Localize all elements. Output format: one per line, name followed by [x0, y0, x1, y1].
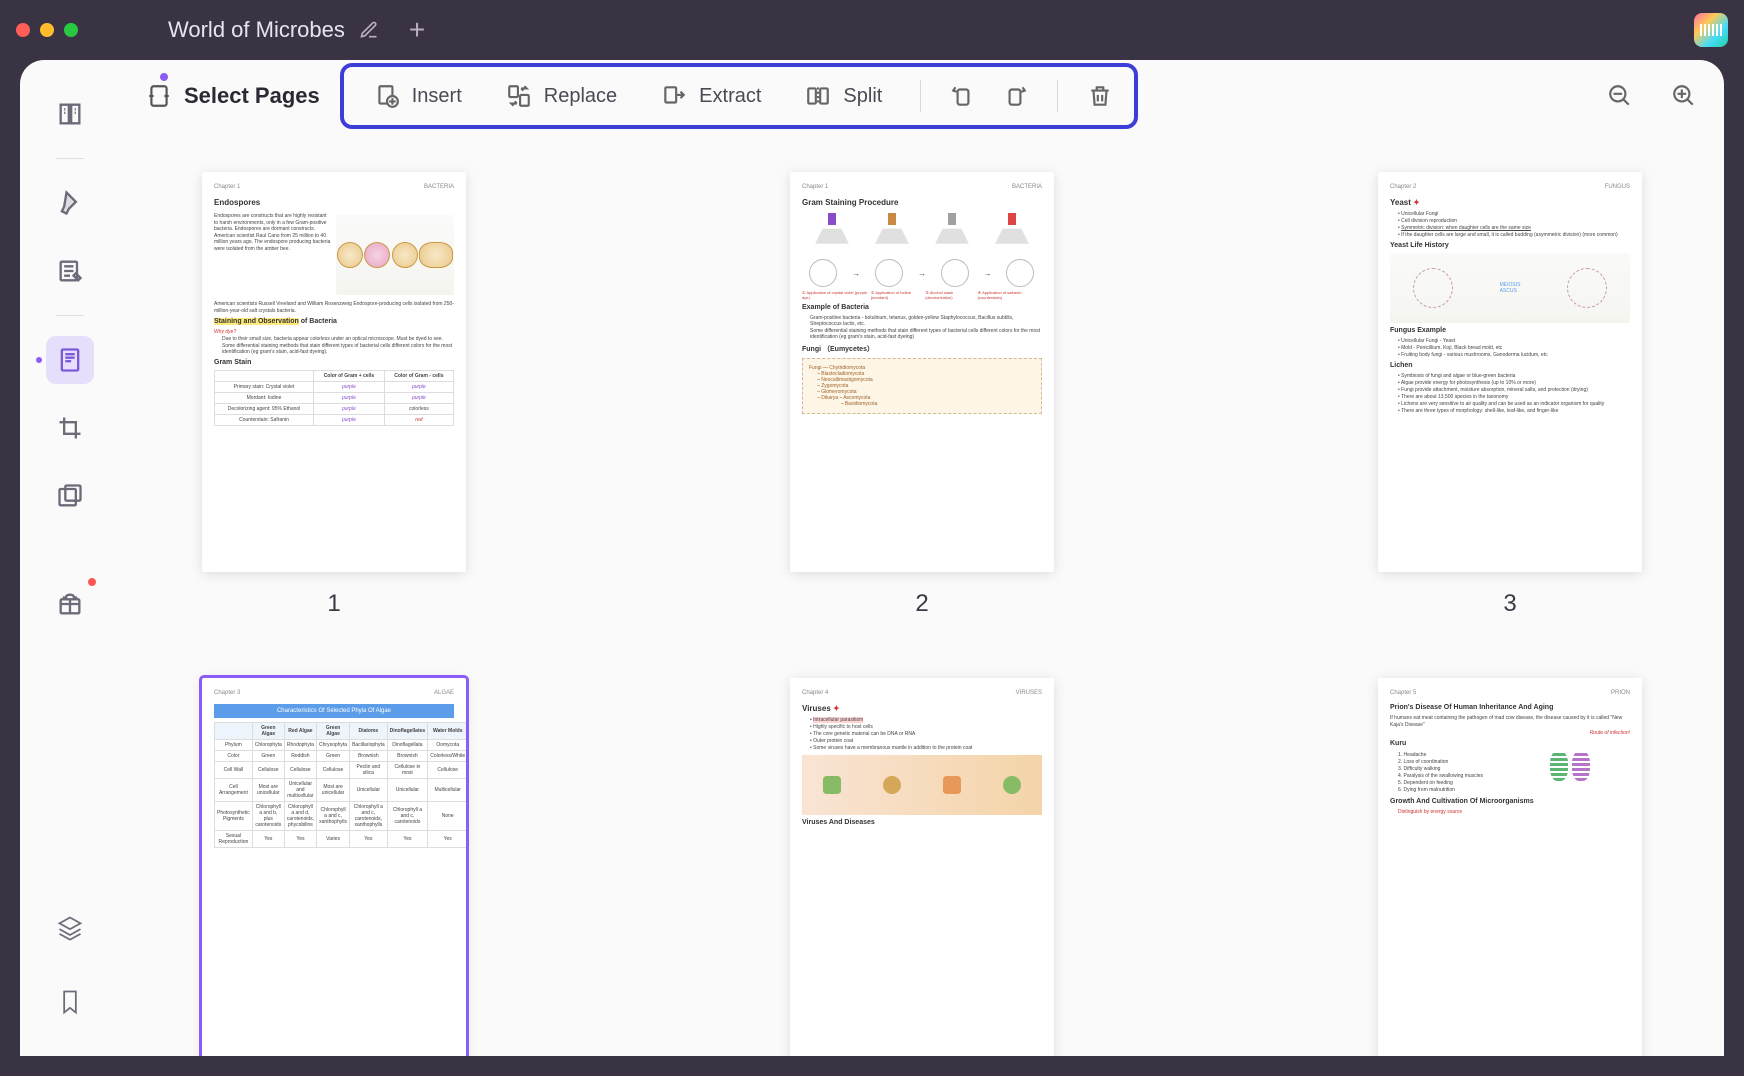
split-icon [805, 83, 831, 109]
page-item[interactable]: Chapter 1BACTERIA Gram Staining Procedur… [790, 172, 1054, 618]
pages-grid: Chapter 1BACTERIA Endospores Endospores … [120, 132, 1724, 1056]
sidebar-highlight-button[interactable] [46, 179, 94, 227]
page-item[interactable]: Chapter 2FUNGUS Yeast ✦ • Unicellular Fu… [1378, 172, 1642, 618]
sidebar-watermark-button[interactable] [46, 472, 94, 520]
highlighted-toolbar-group: Insert Replace Extract Split [340, 63, 1139, 129]
page-item[interactable]: Chapter 4VIRUSES Viruses ✦ • Intracellul… [790, 678, 1054, 1056]
page-number: 3 [1503, 590, 1516, 618]
indicator-dot [160, 73, 168, 81]
tab-title: World of Microbes [168, 17, 345, 43]
split-label: Split [843, 85, 882, 108]
sidebar [20, 60, 120, 1056]
page-thumbnail[interactable]: Chapter 5PRION Prion's Disease Of Human … [1378, 678, 1642, 1056]
page-number: 2 [915, 590, 928, 618]
toolbar: Select Pages Insert Replace Extract [120, 60, 1724, 132]
zoom-in-icon [1671, 83, 1697, 109]
sidebar-edit-button[interactable] [46, 247, 94, 295]
sidebar-layers-button[interactable] [46, 904, 94, 952]
extract-icon [661, 83, 687, 109]
notification-dot [88, 578, 96, 586]
rotate-left-icon [950, 83, 976, 109]
select-pages-icon [146, 83, 172, 109]
sidebar-bookmark-button[interactable] [46, 978, 94, 1026]
page-item[interactable]: Chapter 5PRION Prion's Disease Of Human … [1378, 678, 1642, 1056]
document-tab[interactable]: World of Microbes [168, 17, 379, 43]
page-number: 1 [327, 590, 340, 618]
minimize-window-button[interactable] [40, 23, 54, 37]
insert-label: Insert [412, 85, 462, 108]
page-thumbnail[interactable]: Chapter 1BACTERIA Endospores Endospores … [202, 172, 466, 572]
active-indicator [36, 357, 42, 363]
close-window-button[interactable] [16, 23, 30, 37]
trash-icon [1087, 83, 1113, 109]
rotate-left-button[interactable] [941, 74, 985, 118]
delete-button[interactable] [1078, 74, 1122, 118]
extract-label: Extract [699, 85, 761, 108]
split-button[interactable]: Split [787, 73, 900, 119]
extract-button[interactable]: Extract [643, 73, 779, 119]
insert-button[interactable]: Insert [356, 73, 480, 119]
zoom-out-icon [1607, 83, 1633, 109]
page-item[interactable]: Chapter 1BACTERIA Endospores Endospores … [202, 172, 466, 618]
sidebar-pages-button[interactable] [46, 336, 94, 384]
add-tab-button[interactable]: + [409, 14, 425, 46]
replace-icon [506, 83, 532, 109]
window-controls [16, 23, 78, 37]
page-thumbnail[interactable]: Chapter 3ALGAE Characteristics Of Select… [202, 678, 466, 1056]
page-thumbnail[interactable]: Chapter 4VIRUSES Viruses ✦ • Intracellul… [790, 678, 1054, 1056]
maximize-window-button[interactable] [64, 23, 78, 37]
select-pages-label: Select Pages [184, 83, 320, 109]
replace-label: Replace [544, 85, 617, 108]
page-item[interactable]: Chapter 3ALGAE Characteristics Of Select… [202, 678, 466, 1056]
insert-icon [374, 83, 400, 109]
titlebar: World of Microbes + [0, 0, 1744, 60]
select-pages-button[interactable]: Select Pages [138, 79, 328, 113]
rotate-right-button[interactable] [993, 74, 1037, 118]
edit-icon [359, 20, 379, 40]
zoom-in-button[interactable] [1662, 74, 1706, 118]
page-thumbnail[interactable]: Chapter 2FUNGUS Yeast ✦ • Unicellular Fu… [1378, 172, 1642, 572]
rotate-right-icon [1002, 83, 1028, 109]
app-logo[interactable] [1694, 13, 1728, 47]
zoom-out-button[interactable] [1598, 74, 1642, 118]
sidebar-reader-button[interactable] [46, 90, 94, 138]
replace-button[interactable]: Replace [488, 73, 635, 119]
sidebar-crop-button[interactable] [46, 404, 94, 452]
page-thumbnail[interactable]: Chapter 1BACTERIA Gram Staining Procedur… [790, 172, 1054, 572]
sidebar-gift-button[interactable] [46, 580, 94, 628]
